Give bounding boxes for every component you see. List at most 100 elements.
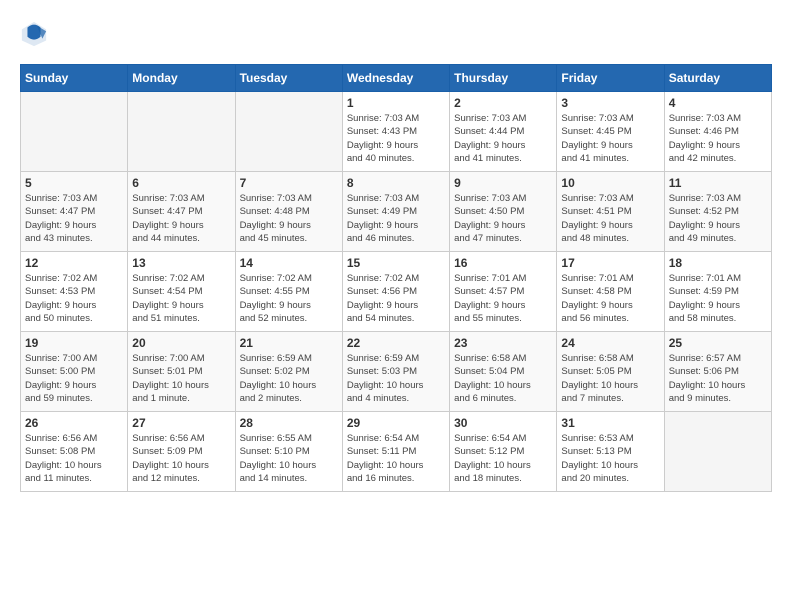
calendar-header-row: SundayMondayTuesdayWednesdayThursdayFrid… bbox=[21, 65, 772, 92]
day-number: 28 bbox=[240, 416, 338, 430]
day-info: Sunrise: 6:58 AM Sunset: 5:05 PM Dayligh… bbox=[561, 352, 659, 405]
day-number: 5 bbox=[25, 176, 123, 190]
day-info: Sunrise: 6:54 AM Sunset: 5:12 PM Dayligh… bbox=[454, 432, 552, 485]
day-info: Sunrise: 7:00 AM Sunset: 5:01 PM Dayligh… bbox=[132, 352, 230, 405]
day-info: Sunrise: 7:03 AM Sunset: 4:52 PM Dayligh… bbox=[669, 192, 767, 245]
day-number: 12 bbox=[25, 256, 123, 270]
day-number: 31 bbox=[561, 416, 659, 430]
day-number: 21 bbox=[240, 336, 338, 350]
calendar-cell bbox=[235, 92, 342, 172]
day-number: 20 bbox=[132, 336, 230, 350]
day-number: 30 bbox=[454, 416, 552, 430]
calendar-cell: 8 Sunrise: 7:03 AM Sunset: 4:49 PM Daylig… bbox=[342, 172, 449, 252]
day-number: 7 bbox=[240, 176, 338, 190]
day-info: Sunrise: 6:58 AM Sunset: 5:04 PM Dayligh… bbox=[454, 352, 552, 405]
day-info: Sunrise: 7:01 AM Sunset: 4:58 PM Dayligh… bbox=[561, 272, 659, 325]
calendar-cell: 25 Sunrise: 6:57 AM Sunset: 5:06 PM Dayli… bbox=[664, 332, 771, 412]
day-number: 22 bbox=[347, 336, 445, 350]
day-info: Sunrise: 6:57 AM Sunset: 5:06 PM Dayligh… bbox=[669, 352, 767, 405]
day-number: 11 bbox=[669, 176, 767, 190]
day-number: 6 bbox=[132, 176, 230, 190]
day-info: Sunrise: 7:02 AM Sunset: 4:54 PM Dayligh… bbox=[132, 272, 230, 325]
logo-icon bbox=[20, 20, 48, 48]
calendar-cell: 15 Sunrise: 7:02 AM Sunset: 4:56 PM Dayli… bbox=[342, 252, 449, 332]
calendar-cell: 27Sunrise: 6:56 AM Sunset: 5:09 PM Dayli… bbox=[128, 412, 235, 492]
day-info: Sunrise: 6:59 AM Sunset: 5:02 PM Dayligh… bbox=[240, 352, 338, 405]
calendar-cell: 23 Sunrise: 6:58 AM Sunset: 5:04 PM Dayli… bbox=[450, 332, 557, 412]
day-info: Sunrise: 7:03 AM Sunset: 4:49 PM Dayligh… bbox=[347, 192, 445, 245]
calendar-cell: 22 Sunrise: 6:59 AM Sunset: 5:03 PM Dayli… bbox=[342, 332, 449, 412]
calendar-cell: 3 Sunrise: 7:03 AM Sunset: 4:45 PM Daylig… bbox=[557, 92, 664, 172]
calendar-cell: 13 Sunrise: 7:02 AM Sunset: 4:54 PM Dayli… bbox=[128, 252, 235, 332]
day-number: 3 bbox=[561, 96, 659, 110]
day-info: Sunrise: 7:03 AM Sunset: 4:45 PM Dayligh… bbox=[561, 112, 659, 165]
day-info: Sunrise: 7:01 AM Sunset: 4:59 PM Dayligh… bbox=[669, 272, 767, 325]
day-number: 29 bbox=[347, 416, 445, 430]
calendar-cell: 12 Sunrise: 7:02 AM Sunset: 4:53 PM Dayli… bbox=[21, 252, 128, 332]
calendar-cell: 29 Sunrise: 6:54 AM Sunset: 5:11 PM Dayli… bbox=[342, 412, 449, 492]
weekday-header: Monday bbox=[128, 65, 235, 92]
day-number: 13 bbox=[132, 256, 230, 270]
day-info: Sunrise: 7:03 AM Sunset: 4:43 PM Dayligh… bbox=[347, 112, 445, 165]
day-number: 9 bbox=[454, 176, 552, 190]
calendar-cell: 2Sunrise: 7:03 AM Sunset: 4:44 PM Daylig… bbox=[450, 92, 557, 172]
day-info: Sunrise: 7:03 AM Sunset: 4:50 PM Dayligh… bbox=[454, 192, 552, 245]
day-info: Sunrise: 7:03 AM Sunset: 4:51 PM Dayligh… bbox=[561, 192, 659, 245]
day-info: Sunrise: 6:54 AM Sunset: 5:11 PM Dayligh… bbox=[347, 432, 445, 485]
day-number: 8 bbox=[347, 176, 445, 190]
calendar-cell: 4Sunrise: 7:03 AM Sunset: 4:46 PM Daylig… bbox=[664, 92, 771, 172]
day-info: Sunrise: 6:56 AM Sunset: 5:09 PM Dayligh… bbox=[132, 432, 230, 485]
calendar-cell: 31 Sunrise: 6:53 AM Sunset: 5:13 PM Dayli… bbox=[557, 412, 664, 492]
page-header bbox=[20, 20, 772, 48]
day-number: 17 bbox=[561, 256, 659, 270]
day-number: 24 bbox=[561, 336, 659, 350]
calendar-cell: 14Sunrise: 7:02 AM Sunset: 4:55 PM Dayli… bbox=[235, 252, 342, 332]
weekday-header: Sunday bbox=[21, 65, 128, 92]
logo bbox=[20, 20, 52, 48]
day-number: 4 bbox=[669, 96, 767, 110]
calendar-week-row: 19 Sunrise: 7:00 AM Sunset: 5:00 PM Dayli… bbox=[21, 332, 772, 412]
calendar-cell: 10 Sunrise: 7:03 AM Sunset: 4:51 PM Dayli… bbox=[557, 172, 664, 252]
calendar-week-row: 26Sunrise: 6:56 AM Sunset: 5:08 PM Dayli… bbox=[21, 412, 772, 492]
weekday-header: Friday bbox=[557, 65, 664, 92]
day-number: 14 bbox=[240, 256, 338, 270]
day-info: Sunrise: 7:02 AM Sunset: 4:53 PM Dayligh… bbox=[25, 272, 123, 325]
day-info: Sunrise: 6:53 AM Sunset: 5:13 PM Dayligh… bbox=[561, 432, 659, 485]
day-info: Sunrise: 6:56 AM Sunset: 5:08 PM Dayligh… bbox=[25, 432, 123, 485]
day-info: Sunrise: 7:02 AM Sunset: 4:56 PM Dayligh… bbox=[347, 272, 445, 325]
day-info: Sunrise: 6:59 AM Sunset: 5:03 PM Dayligh… bbox=[347, 352, 445, 405]
day-info: Sunrise: 6:55 AM Sunset: 5:10 PM Dayligh… bbox=[240, 432, 338, 485]
weekday-header: Wednesday bbox=[342, 65, 449, 92]
calendar-cell: 6 Sunrise: 7:03 AM Sunset: 4:47 PM Daylig… bbox=[128, 172, 235, 252]
calendar-cell bbox=[21, 92, 128, 172]
calendar-cell bbox=[664, 412, 771, 492]
calendar-cell: 26Sunrise: 6:56 AM Sunset: 5:08 PM Dayli… bbox=[21, 412, 128, 492]
calendar-cell: 17 Sunrise: 7:01 AM Sunset: 4:58 PM Dayli… bbox=[557, 252, 664, 332]
calendar-cell: 19 Sunrise: 7:00 AM Sunset: 5:00 PM Dayli… bbox=[21, 332, 128, 412]
day-number: 10 bbox=[561, 176, 659, 190]
calendar-cell: 28 Sunrise: 6:55 AM Sunset: 5:10 PM Dayli… bbox=[235, 412, 342, 492]
day-number: 19 bbox=[25, 336, 123, 350]
day-number: 1 bbox=[347, 96, 445, 110]
day-number: 15 bbox=[347, 256, 445, 270]
calendar-cell bbox=[128, 92, 235, 172]
day-info: Sunrise: 7:00 AM Sunset: 5:00 PM Dayligh… bbox=[25, 352, 123, 405]
day-number: 23 bbox=[454, 336, 552, 350]
calendar-week-row: 12 Sunrise: 7:02 AM Sunset: 4:53 PM Dayli… bbox=[21, 252, 772, 332]
calendar-cell: 9 Sunrise: 7:03 AM Sunset: 4:50 PM Daylig… bbox=[450, 172, 557, 252]
calendar-week-row: 1 Sunrise: 7:03 AM Sunset: 4:43 PM Daylig… bbox=[21, 92, 772, 172]
calendar-cell: 18Sunrise: 7:01 AM Sunset: 4:59 PM Dayli… bbox=[664, 252, 771, 332]
calendar-week-row: 5 Sunrise: 7:03 AM Sunset: 4:47 PM Daylig… bbox=[21, 172, 772, 252]
calendar-cell: 5Sunrise: 7:03 AM Sunset: 4:47 PM Daylig… bbox=[21, 172, 128, 252]
day-info: Sunrise: 7:03 AM Sunset: 4:44 PM Dayligh… bbox=[454, 112, 552, 165]
calendar-cell: 16Sunrise: 7:01 AM Sunset: 4:57 PM Dayli… bbox=[450, 252, 557, 332]
calendar-cell: 7Sunrise: 7:03 AM Sunset: 4:48 PM Daylig… bbox=[235, 172, 342, 252]
day-info: Sunrise: 7:03 AM Sunset: 4:47 PM Dayligh… bbox=[132, 192, 230, 245]
weekday-header: Tuesday bbox=[235, 65, 342, 92]
calendar-cell: 24 Sunrise: 6:58 AM Sunset: 5:05 PM Dayli… bbox=[557, 332, 664, 412]
calendar-cell: 11 Sunrise: 7:03 AM Sunset: 4:52 PM Dayli… bbox=[664, 172, 771, 252]
calendar-cell: 1 Sunrise: 7:03 AM Sunset: 4:43 PM Daylig… bbox=[342, 92, 449, 172]
day-number: 16 bbox=[454, 256, 552, 270]
day-number: 25 bbox=[669, 336, 767, 350]
calendar-cell: 20 Sunrise: 7:00 AM Sunset: 5:01 PM Dayli… bbox=[128, 332, 235, 412]
